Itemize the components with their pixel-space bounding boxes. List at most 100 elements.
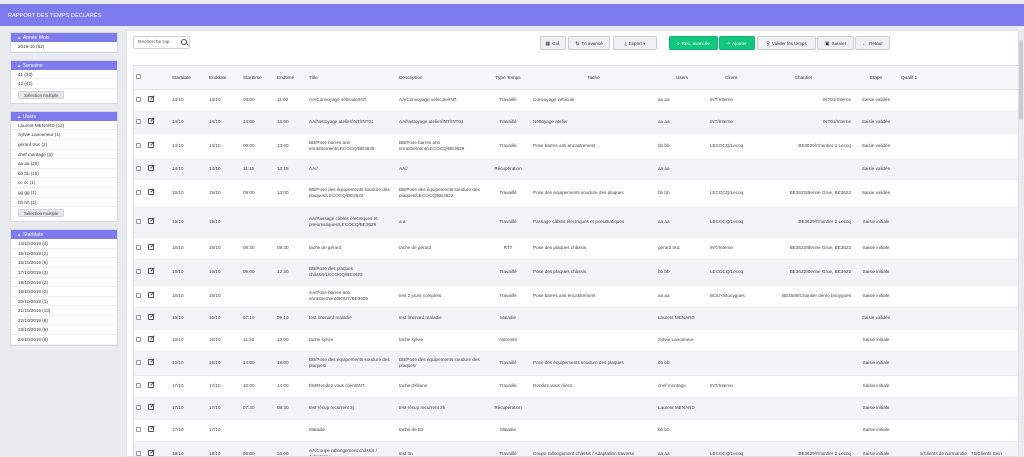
table-row[interactable]: 16/10 16/10 09:00 12:30 BB/Pose des plaques …	[134, 259, 1018, 286]
table-row[interactable]: 17/10 17/10 07:30 08:30 test récup recurrent…	[134, 397, 1018, 420]
edit-icon[interactable]	[148, 118, 154, 124]
column-header[interactable]: Starttime	[241, 66, 275, 90]
row-checkbox[interactable]	[136, 426, 141, 432]
filter-item[interactable]: Sylvie Lanonneur (1)	[11, 130, 117, 140]
filter-item[interactable]: 14/10/2019 (4)	[11, 239, 117, 249]
filter-item[interactable]: cc cc (1)	[11, 178, 117, 188]
search-icon[interactable]	[181, 39, 187, 45]
column-header[interactable]: Title	[307, 66, 397, 90]
columns-button[interactable]: ▦ Col.	[540, 36, 566, 50]
search-input[interactable]: Recherche rap	[133, 36, 190, 49]
column-header[interactable]	[134, 66, 146, 90]
table-row[interactable]: 15/10 15/10 AA/Passage câbles électriques …	[134, 207, 1018, 238]
filter-item[interactable]: chef montage (3)	[11, 150, 117, 160]
column-header[interactable]: Client	[708, 66, 754, 90]
table-row[interactable]: 17/10 17/10 10:00 14:00 ÉM/Rendez vous clien…	[134, 375, 1018, 398]
row-checkbox[interactable]	[136, 292, 141, 298]
filter-item[interactable]: 42 (42)	[11, 79, 117, 89]
filter-item[interactable]: gérard truc (2)	[11, 140, 117, 150]
column-header[interactable]	[969, 66, 1018, 90]
filter-panel-header[interactable]: ▲ Users	[11, 111, 117, 121]
edit-icon[interactable]	[148, 218, 154, 224]
row-checkbox[interactable]	[136, 359, 141, 365]
export-button[interactable]: ⤓ Export ▾	[613, 36, 657, 50]
filter-item[interactable]: 19/10/2019 (2)	[11, 287, 117, 297]
column-header[interactable]: Description	[397, 66, 485, 90]
advanced-sort-button[interactable]: ⇅ Tri avancé	[568, 36, 610, 50]
filter-item[interactable]: 16/10/2019 (6)	[11, 258, 117, 268]
edit-icon[interactable]	[148, 336, 154, 342]
multi-select-button[interactable]: Sélection multiple	[18, 209, 65, 218]
row-checkbox[interactable]	[136, 268, 141, 274]
row-checkbox[interactable]	[136, 189, 141, 195]
filter-item[interactable]: 22/10/2019 (6)	[11, 316, 117, 326]
edit-icon[interactable]	[148, 165, 154, 171]
select-all-checkbox[interactable]	[136, 74, 141, 80]
advanced-search-button[interactable]: ⌕ Rec. avancée	[669, 36, 718, 50]
edit-icon[interactable]	[148, 314, 154, 320]
table-row[interactable]: 14/10 14/10 11:15 13:15 AA//AA//Récupération…	[134, 159, 1018, 180]
column-header[interactable]: Endtime	[275, 66, 307, 90]
table-row[interactable]: 14/10 14/10 09:00 11:00 AA/Convoyage véhicul…	[134, 89, 1018, 112]
row-checkbox[interactable]	[136, 404, 141, 410]
filter-item[interactable]: hh hh (1)	[11, 198, 117, 208]
column-header[interactable]: Startdate	[170, 66, 207, 90]
filter-item[interactable]: 21/10/2019 (13)	[11, 306, 117, 316]
table-row[interactable]: 16/10 16/10 11:30 13:00 tache sylvie tache sy…	[134, 329, 1018, 352]
column-header[interactable]: Type Temps	[485, 66, 531, 90]
column-header[interactable]	[146, 66, 170, 90]
table-row[interactable]: 16/10 16/10 09:30 09:30 tache de gérard tache…	[134, 237, 1018, 260]
filter-item[interactable]: aa aa (26)	[11, 159, 117, 169]
filter-item[interactable]: 2019-10 (62)	[11, 42, 117, 52]
edit-icon[interactable]	[148, 404, 154, 410]
column-header[interactable]: Qualif 1	[899, 66, 969, 90]
back-button[interactable]: ← Retour	[855, 36, 890, 50]
column-header[interactable]: Users	[656, 66, 708, 90]
edit-icon[interactable]	[148, 268, 154, 274]
edit-icon[interactable]	[148, 96, 154, 102]
table-row[interactable]: 16/10 16/10 AA/Pose barres anti enrastreme…	[134, 285, 1018, 308]
filter-item[interactable]: 20/10/2019 (1)	[11, 297, 117, 307]
column-header[interactable]: Etape	[853, 66, 899, 90]
table-row[interactable]: 14/10 14/10 09:00 13:00 BB/Pose barres anti …	[134, 133, 1018, 160]
table-row[interactable]: 17/10 17/10 Maladie tache de bb Maladie bb bb…	[134, 419, 1018, 442]
validate-times-button[interactable]: ⚲ Valider les temps	[757, 36, 816, 50]
row-checkbox[interactable]	[136, 450, 141, 456]
filter-panel-header[interactable]: ▲ Année Mois	[11, 33, 117, 42]
filter-item[interactable]: Laurent MENARD (12)	[11, 121, 117, 131]
table-row[interactable]: 15/10 15/10 09:00 13:00 BB/Pose des équipeme…	[134, 179, 1018, 208]
filter-item[interactable]: 41 (20)	[11, 70, 117, 80]
add-button[interactable]: + Ajouter	[719, 36, 755, 50]
filter-item[interactable]: 24/10/2019 (8)	[11, 335, 117, 345]
filter-item[interactable]: 17/10/2019 (3)	[11, 268, 117, 278]
edit-icon[interactable]	[148, 244, 154, 250]
table-row[interactable]: 14/10 14/10 14:00 16:00 AA/Nettoyage atelier…	[134, 111, 1018, 134]
row-checkbox[interactable]	[136, 244, 141, 250]
row-checkbox[interactable]	[136, 165, 141, 171]
column-header[interactable]: Tache	[531, 66, 656, 90]
table-row[interactable]: 16/10 16/10 14:00 18:00 BB/Pose des équipeme…	[134, 351, 1018, 376]
row-checkbox[interactable]	[136, 314, 141, 320]
row-checkbox[interactable]	[136, 118, 141, 124]
filter-item[interactable]: 23/10/2019 (6)	[11, 325, 117, 336]
edit-icon[interactable]	[148, 189, 154, 195]
filter-item[interactable]: 15/10/2019 (2)	[11, 249, 117, 259]
filter-panel-header[interactable]: ▲ Semaine	[11, 60, 117, 70]
save-button[interactable]: ▣ Sauver	[817, 36, 854, 50]
edit-icon[interactable]	[148, 292, 154, 298]
filter-item[interactable]: gg gg (1)	[11, 188, 117, 198]
row-checkbox[interactable]	[136, 142, 141, 148]
edit-icon[interactable]	[148, 382, 154, 388]
row-checkbox[interactable]	[136, 96, 141, 102]
row-checkbox[interactable]	[136, 336, 141, 342]
filter-item[interactable]: bb bb (15)	[11, 169, 117, 179]
scrollbar[interactable]	[1019, 40, 1023, 120]
row-checkbox[interactable]	[136, 218, 141, 224]
edit-icon[interactable]	[148, 426, 154, 432]
table-row[interactable]: 18/10 18/10 08:00 16:00 AA/Coupe rallongemen…	[134, 441, 1018, 456]
edit-icon[interactable]	[148, 142, 154, 148]
column-header[interactable]: Enddate	[207, 66, 241, 90]
filter-item[interactable]: 18/10/2019 (2)	[11, 278, 117, 288]
column-header[interactable]: Chantier	[754, 66, 853, 90]
edit-icon[interactable]	[148, 450, 154, 456]
